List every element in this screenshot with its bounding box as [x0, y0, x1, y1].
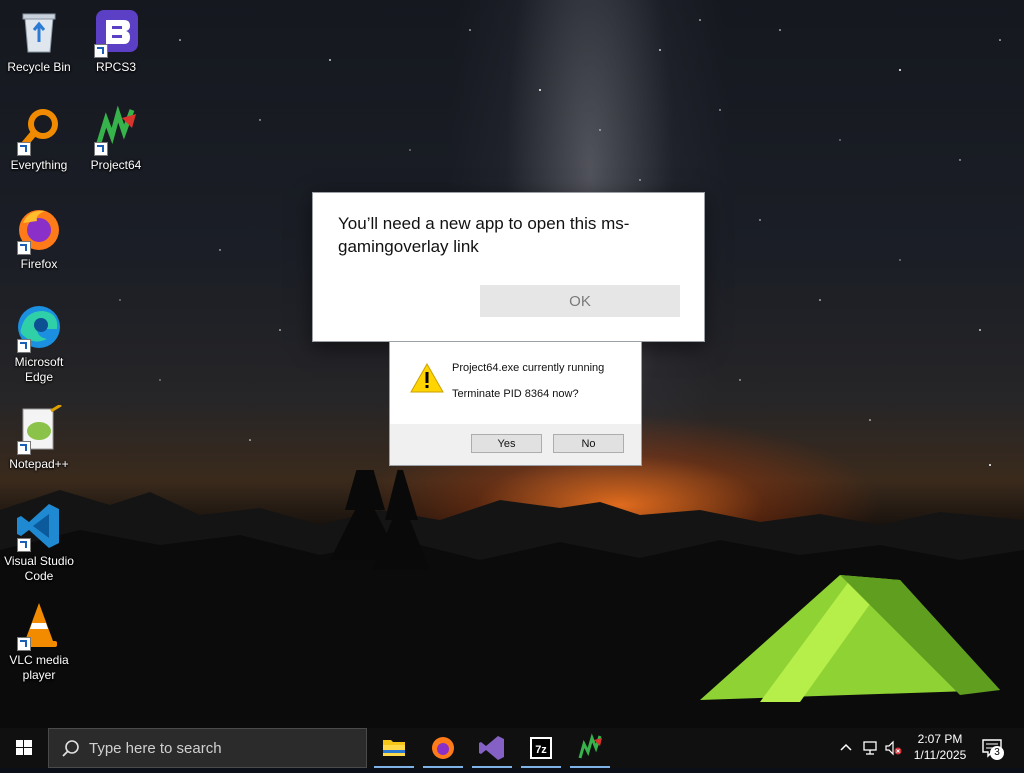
desktop-icon-label: Microsoft Edge — [14, 355, 64, 384]
desktop-icon-firefox[interactable]: Firefox — [1, 205, 77, 272]
mountain-silhouette — [0, 470, 1024, 728]
file-explorer-icon — [383, 740, 405, 756]
visual-studio-icon — [479, 736, 504, 760]
firefox-icon — [432, 737, 454, 759]
chevron-up-icon[interactable] — [838, 740, 854, 756]
terminate-question-text: Terminate PID 8364 now? — [452, 388, 579, 400]
network-icon[interactable] — [861, 740, 879, 756]
desktop-icon-label: RPCS3 — [95, 60, 136, 74]
taskbar-visual-studio[interactable] — [468, 728, 516, 768]
ok-button[interactable]: OK — [480, 285, 680, 317]
desktop-icon-label: Everything — [10, 158, 68, 172]
search-placeholder: Type here to search — [89, 740, 222, 757]
recycle-bin-icon — [15, 8, 63, 56]
start-button[interactable] — [0, 728, 48, 768]
no-button[interactable]: No — [553, 434, 624, 453]
clock-date: 1/11/2025 — [913, 748, 967, 762]
svg-text:7z: 7z — [535, 744, 547, 756]
taskbar: Type here to search 7z 2:07 PM 1/11/2025… — [0, 728, 1024, 768]
system-clock[interactable]: 2:07 PM 1/11/2025 — [906, 731, 974, 763]
desktop-icon-project64[interactable]: Project64 — [78, 105, 154, 173]
desktop-icon-label: VLC media player — [9, 653, 69, 682]
project64-icon — [578, 733, 602, 759]
desktop-icon-label: Recycle Bin — [7, 60, 71, 74]
search-icon — [62, 740, 79, 757]
yes-button[interactable]: Yes — [471, 434, 542, 453]
firefox-icon — [15, 205, 63, 255]
project64-icon — [92, 105, 140, 156]
clock-time: 2:07 PM — [917, 732, 963, 746]
taskbar-firefox[interactable] — [419, 728, 467, 768]
desktop-icon-label: Firefox — [20, 257, 58, 271]
taskbar-project64[interactable] — [566, 728, 614, 768]
desktop-icon-label: Project64 — [90, 158, 142, 172]
desktop-icon-label: Notepad++ — [9, 457, 69, 471]
taskbar-search-box[interactable]: Type here to search — [48, 728, 367, 768]
desktop-icon-everything[interactable]: Everything — [1, 106, 77, 173]
dialog-button-bar: Yes No — [390, 424, 641, 465]
desktop-icon-recycle-bin[interactable]: Recycle Bin — [1, 8, 77, 75]
desktop-icon-notepadpp[interactable]: Notepad++ — [1, 403, 77, 472]
terminate-process-dialog: Project64.exe currently running Terminat… — [389, 341, 642, 466]
desktop-icon-vscode[interactable]: Visual Studio Code — [1, 502, 77, 584]
desktop-icon-edge[interactable]: Microsoft Edge — [1, 303, 77, 385]
vlc-icon — [15, 601, 63, 651]
desktop-icon-vlc[interactable]: VLC media player — [1, 601, 77, 683]
edge-icon — [15, 303, 63, 353]
desktop-icon-rpcs3[interactable]: RPCS3 — [78, 8, 154, 75]
taskbar-7zip[interactable]: 7z — [517, 728, 565, 768]
warning-icon — [410, 362, 444, 393]
open-with-dialog: You’ll need a new app to open this ms-ga… — [312, 192, 705, 342]
dialog-message: You’ll need a new app to open this ms-ga… — [338, 214, 630, 256]
rpcs3-icon — [92, 8, 140, 58]
notification-center-button[interactable]: 3 — [980, 736, 1006, 762]
process-running-text: Project64.exe currently running — [452, 362, 605, 374]
7zip-icon: 7z — [530, 737, 552, 759]
everything-search-icon — [15, 106, 63, 156]
windows-logo-icon — [16, 740, 32, 755]
desktop-icon-label: Visual Studio Code — [4, 554, 74, 583]
vscode-icon — [15, 502, 63, 552]
volume-muted-icon[interactable] — [884, 740, 902, 756]
notepadpp-icon — [15, 403, 63, 455]
taskbar-file-explorer[interactable] — [370, 728, 418, 768]
notification-count-badge: 3 — [990, 746, 1004, 760]
